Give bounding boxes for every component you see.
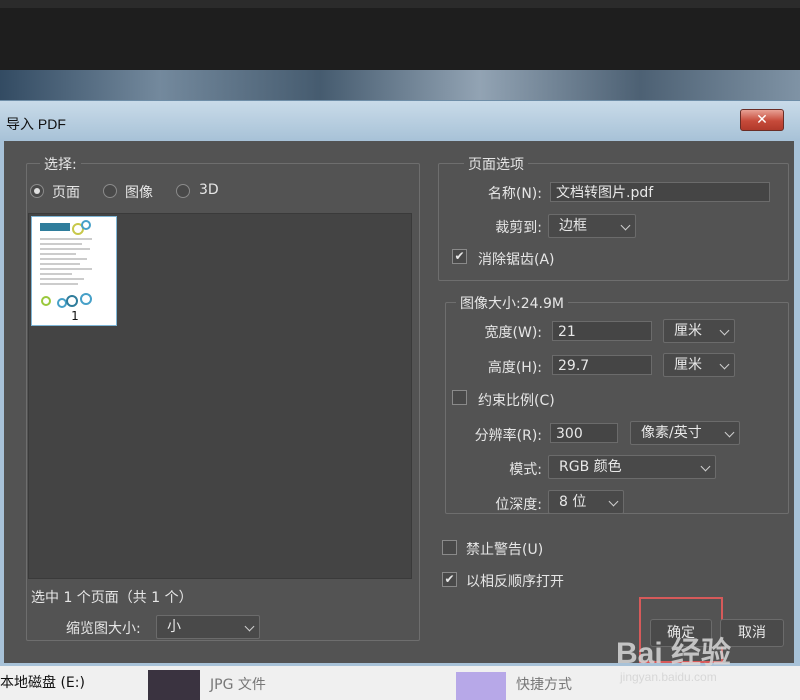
chevron-down-icon (608, 496, 619, 507)
page-options-legend: 页面选项 (464, 154, 528, 174)
chevron-down-icon (244, 621, 255, 632)
page-thumbnail-image (40, 220, 92, 308)
jpg-file-thumbnail (148, 670, 200, 700)
crop-value: 边框 (559, 218, 587, 234)
shortcut-label: 快捷方式 (516, 677, 572, 693)
thumbnail-size-select[interactable]: 小 (156, 615, 260, 639)
select-panel-legend: 选择: (40, 154, 81, 174)
resolution-value: 300 (556, 426, 583, 442)
height-unit-value: 厘米 (674, 357, 702, 373)
width-unit-value: 厘米 (674, 323, 702, 339)
mode-value: RGB 颜色 (559, 459, 622, 475)
depth-select[interactable]: 8 位 (548, 490, 624, 514)
app-top-bar (0, 0, 800, 8)
resolution-unit-value: 像素/英寸 (641, 425, 702, 441)
thumbnail-size-value: 小 (167, 619, 181, 635)
radio-page-label[interactable]: 页面 (52, 182, 80, 202)
disk-label: 本地磁盘 (E:) (0, 675, 85, 691)
checkmark-icon: ✔ (444, 572, 455, 586)
image-size-legend: 图像大小:24.9M (456, 293, 568, 313)
height-value: 29.7 (558, 358, 590, 374)
close-icon: ✕ (756, 112, 768, 128)
width-field[interactable]: 21 (552, 321, 652, 341)
radio-3d-label[interactable]: 3D (199, 182, 219, 198)
chevron-down-icon (719, 325, 730, 336)
cancel-button-label: 取消 (738, 625, 766, 641)
import-pdf-dialog: 导入 PDF ✕ 选择: 页面 图像 3D 1 选中 1 个页面（共 1 个） … (0, 100, 800, 667)
thumbnail-size-label: 缩览图大小: (66, 621, 141, 637)
constrain-checkbox[interactable] (452, 390, 467, 405)
dialog-titlebar[interactable]: 导入 PDF ✕ (0, 101, 800, 139)
width-unit-select[interactable]: 厘米 (663, 319, 735, 343)
dialog-body: 选择: 页面 图像 3D 1 选中 1 个页面（共 1 个） 缩览图大小: 小 … (4, 141, 794, 663)
height-field[interactable]: 29.7 (552, 355, 652, 375)
watermark-url: jingyan.baidu.com (620, 670, 717, 684)
width-label: 宽度(W): (484, 325, 542, 341)
suppress-warnings-checkbox[interactable] (442, 540, 457, 555)
width-value: 21 (558, 324, 576, 340)
checkmark-icon: ✔ (454, 249, 465, 263)
resolution-unit-select[interactable]: 像素/英寸 (630, 421, 740, 445)
radio-image[interactable] (103, 184, 117, 198)
reverse-order-label[interactable]: 以相反顺序打开 (466, 571, 564, 591)
page-thumbnail[interactable]: 1 (31, 216, 117, 326)
watermark-logo: Bai 经验 (616, 637, 732, 670)
radio-page[interactable] (30, 184, 44, 198)
name-label: 名称(N): (487, 186, 542, 202)
chevron-down-icon (724, 427, 735, 438)
radio-3d[interactable] (176, 184, 190, 198)
constrain-label[interactable]: 约束比例(C) (478, 390, 555, 410)
chevron-down-icon (620, 220, 631, 231)
thumbnail-page-number: 1 (71, 309, 79, 323)
chevron-down-icon (719, 359, 730, 370)
radio-image-label[interactable]: 图像 (125, 182, 153, 202)
suppress-warnings-label[interactable]: 禁止警告(U) (466, 539, 543, 559)
page-preview-area: 1 (28, 213, 412, 579)
antialias-checkbox[interactable]: ✔ (452, 249, 467, 264)
crop-label: 裁剪到: (495, 220, 542, 236)
resolution-field[interactable]: 300 (550, 423, 618, 443)
mode-select[interactable]: RGB 颜色 (548, 455, 716, 479)
file-type-label: JPG 文件 (210, 677, 266, 693)
resolution-label: 分辨率(R): (474, 428, 542, 444)
reverse-order-checkbox[interactable]: ✔ (442, 572, 457, 587)
mode-label: 模式: (509, 462, 542, 478)
dialog-title: 导入 PDF (6, 116, 66, 132)
selection-status: 选中 1 个页面（共 1 个） (31, 590, 193, 606)
name-field[interactable]: 文档转图片.pdf (550, 182, 770, 202)
close-button[interactable]: ✕ (740, 109, 784, 131)
antialias-label[interactable]: 消除锯齿(A) (478, 249, 555, 269)
crop-select[interactable]: 边框 (548, 214, 636, 238)
shortcut-icon (456, 672, 506, 700)
depth-label: 位深度: (495, 497, 542, 513)
depth-value: 8 位 (559, 494, 587, 510)
height-unit-select[interactable]: 厘米 (663, 353, 735, 377)
height-label: 高度(H): (487, 360, 542, 376)
chevron-down-icon (700, 461, 711, 472)
name-value: 文档转图片.pdf (556, 185, 654, 201)
